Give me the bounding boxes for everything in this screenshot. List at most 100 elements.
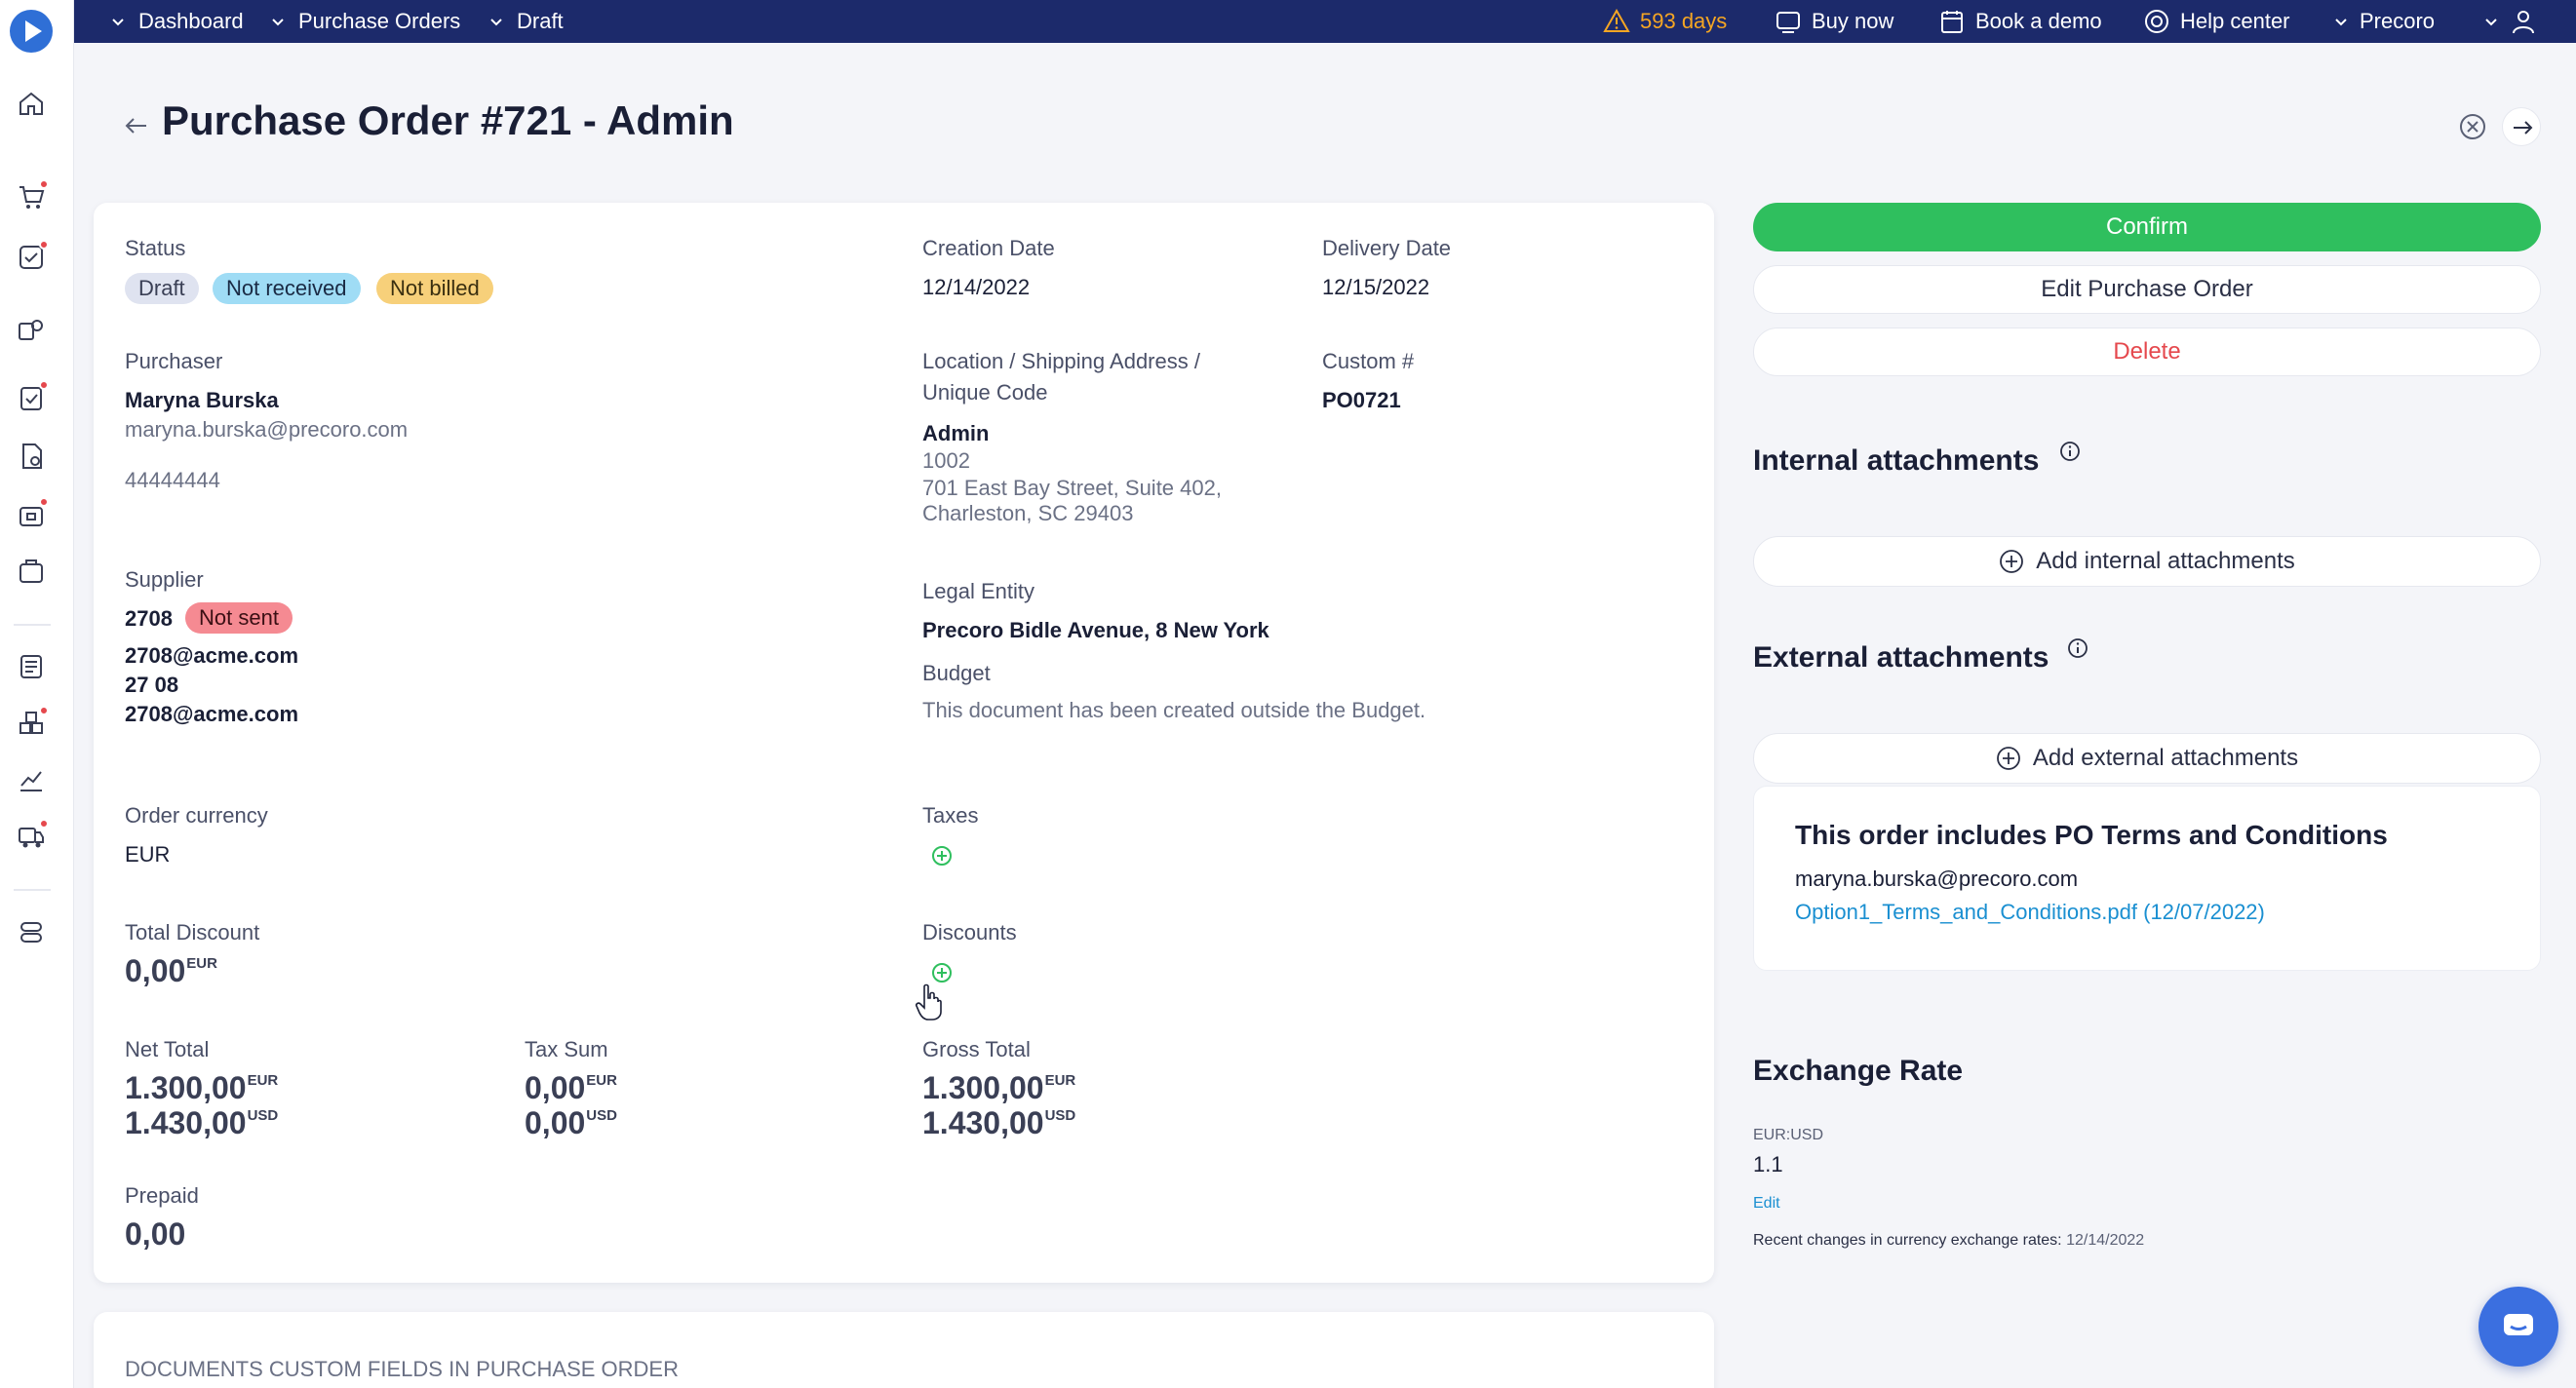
- gross-total-eur: 1.300,00EUR: [922, 1070, 1076, 1105]
- net-total-usd: 1.430,00USD: [125, 1105, 279, 1140]
- status-label: Status: [125, 236, 186, 260]
- calendar-icon: [1941, 11, 1963, 33]
- tax-sum-label: Tax Sum: [525, 1037, 608, 1061]
- purchaser-label: Purchaser: [125, 349, 223, 373]
- chevron-down-icon: [2485, 19, 2497, 26]
- user-icon: [2513, 11, 2534, 34]
- chevron-down-icon: [112, 19, 124, 26]
- location-address-line-1: 701 East Bay Street, Suite 402,: [922, 476, 1222, 500]
- payments-icon[interactable]: [16, 497, 49, 530]
- custom-number-label: Custom #: [1322, 349, 1415, 373]
- help-center-button[interactable]: Help center: [2143, 0, 2290, 43]
- plus-circle-icon: [2000, 550, 2024, 573]
- trial-warning[interactable]: 593 days: [1603, 0, 1727, 43]
- total-discount-label: Total Discount: [125, 920, 260, 945]
- supplier-name[interactable]: 2708: [125, 606, 173, 632]
- order-currency-value: EUR: [125, 842, 171, 867]
- plus-circle-icon: [1997, 747, 2020, 770]
- chevron-down-icon: [2335, 19, 2347, 26]
- delivery-icon[interactable]: [16, 819, 49, 852]
- internal-attachments-title: Internal attachments: [1753, 444, 2040, 477]
- creation-date-value: 12/14/2022: [922, 275, 1031, 299]
- next-document-button[interactable]: [2502, 107, 2541, 146]
- location-label: Location / Shipping Address /: [922, 349, 1200, 373]
- po-terms-box: This order includes PO Terms and Conditi…: [1753, 786, 2541, 971]
- discounts-label: Discounts: [922, 920, 1017, 945]
- net-total-label: Net Total: [125, 1037, 210, 1061]
- supplier-contact: 27 08: [125, 673, 179, 697]
- user-menu[interactable]: [2482, 0, 2537, 43]
- breadcrumb-dashboard[interactable]: Dashboard: [109, 0, 244, 43]
- settings-stack-icon[interactable]: [16, 916, 47, 947]
- chevron-down-icon: [272, 19, 284, 26]
- purchaser-name: Maryna Burska: [125, 388, 279, 412]
- suppliers-icon[interactable]: [16, 314, 47, 345]
- gross-total-label: Gross Total: [922, 1037, 1031, 1061]
- precoro-logo-icon[interactable]: [10, 10, 53, 53]
- approvals-icon[interactable]: [16, 240, 49, 273]
- net-total-eur: 1.300,00EUR: [125, 1070, 279, 1105]
- inventory-icon[interactable]: [16, 706, 49, 739]
- status-badge-not-received: Not received: [213, 273, 361, 304]
- analytics-icon[interactable]: [16, 764, 47, 795]
- taxes-label: Taxes: [922, 803, 979, 828]
- purchaser-email: maryna.burska@precoro.com: [125, 417, 409, 442]
- hand-cursor-icon: [916, 983, 942, 1021]
- gross-total-usd: 1.430,00USD: [922, 1105, 1076, 1140]
- exchange-rate-value: 1.1: [1753, 1152, 1783, 1176]
- location-label-2: Unique Code: [922, 380, 1048, 405]
- custom-fields-title: DOCUMENTS CUSTOM FIELDS IN PURCHASE ORDE…: [125, 1357, 679, 1381]
- warning-icon: [1603, 8, 1630, 32]
- purchase-order-details-card: Status Draft Not received Not billed Cre…: [94, 203, 1714, 1283]
- budgets-icon[interactable]: [16, 651, 47, 682]
- budget-text: This document has been created outside t…: [922, 698, 1426, 722]
- purchaser-phone: 44444444: [125, 468, 220, 492]
- invoices-icon[interactable]: [16, 441, 47, 472]
- status-badge-draft: Draft: [125, 273, 199, 304]
- exchange-recent-changes: Recent changes in currency exchange rate…: [1753, 1232, 2145, 1249]
- custom-fields-card: DOCUMENTS CUSTOM FIELDS IN PURCHASE ORDE…: [94, 1312, 1714, 1388]
- breadcrumb-draft[interactable]: Draft: [488, 0, 564, 43]
- add-internal-attachments-button[interactable]: Add internal attachments: [1753, 536, 2541, 587]
- add-discount-icon[interactable]: [930, 961, 954, 984]
- external-attachments-title: External attachments: [1753, 641, 2049, 674]
- info-icon[interactable]: [2067, 637, 2088, 659]
- custom-number-value: PO0721: [1322, 388, 1401, 412]
- book-demo-button[interactable]: Book a demo: [1938, 0, 2102, 43]
- breadcrumb-purchase-orders[interactable]: Purchase Orders: [269, 0, 460, 43]
- buy-now-button[interactable]: Buy now: [1775, 0, 1893, 43]
- add-external-attachments-button[interactable]: Add external attachments: [1753, 733, 2541, 784]
- po-terms-file-link[interactable]: Option1_Terms_and_Conditions.pdf (12/07/…: [1795, 900, 2265, 925]
- edit-purchase-order-button[interactable]: Edit Purchase Order: [1753, 265, 2541, 314]
- po-terms-email: maryna.burska@precoro.com: [1795, 867, 2079, 891]
- chat-button[interactable]: [2478, 1287, 2558, 1367]
- add-tax-icon[interactable]: [930, 844, 954, 868]
- cart-icon[interactable]: [16, 179, 49, 212]
- chevron-down-icon: [490, 19, 502, 26]
- legal-entity-label: Legal Entity: [922, 579, 1034, 603]
- top-bar: Dashboard Purchase Orders Draft 593 days…: [74, 0, 2576, 43]
- delivery-date-value: 12/15/2022: [1322, 275, 1430, 299]
- supplier-status-badge: Not sent: [185, 602, 293, 634]
- edit-exchange-rate-link[interactable]: Edit: [1753, 1195, 1780, 1213]
- account-switcher[interactable]: Precoro: [2332, 0, 2435, 43]
- supplier-email-2: 2708@acme.com: [125, 702, 299, 726]
- sidebar: [0, 0, 74, 1388]
- location-address-line-2: Charleston, SC 29403: [922, 501, 1134, 525]
- delete-button[interactable]: Delete: [1753, 328, 2541, 376]
- exchange-pair: EUR:USD: [1753, 1127, 1824, 1143]
- back-arrow-icon[interactable]: [121, 111, 150, 140]
- order-currency-label: Order currency: [125, 803, 268, 828]
- supplier-label: Supplier: [125, 567, 204, 592]
- confirm-button[interactable]: Confirm: [1753, 203, 2541, 251]
- warehouse-icon[interactable]: [16, 556, 47, 587]
- receipts-icon[interactable]: [16, 380, 49, 413]
- tax-sum-eur: 0,00EUR: [525, 1070, 617, 1105]
- arrow-right-icon: [2514, 121, 2533, 135]
- home-icon[interactable]: [16, 88, 47, 119]
- info-icon[interactable]: [2059, 441, 2081, 462]
- close-icon[interactable]: [2457, 111, 2488, 142]
- lifebuoy-icon: [2145, 10, 2168, 33]
- prepaid-label: Prepaid: [125, 1183, 199, 1208]
- supplier-email: 2708@acme.com: [125, 643, 299, 668]
